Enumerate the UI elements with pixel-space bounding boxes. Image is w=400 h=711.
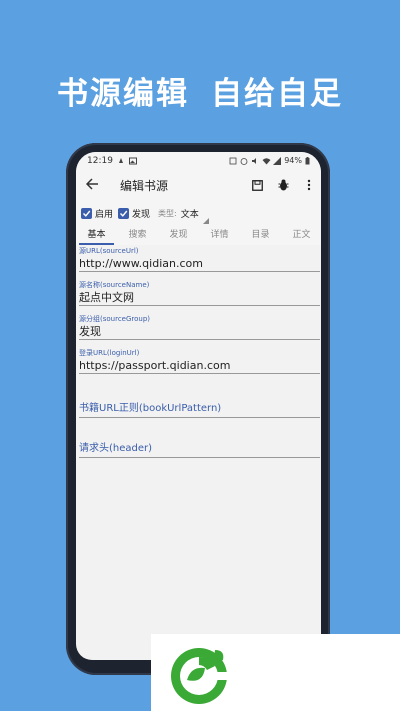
status-time: 12:19 — [87, 155, 113, 166]
header-field[interactable]: 请求头(header) — [79, 424, 320, 458]
status-bar: 12:19 94% — [76, 152, 321, 169]
options-row: 启用 发现 类型: 文本 — [76, 201, 321, 226]
back-arrow-icon[interactable] — [85, 176, 106, 194]
data-icon — [229, 157, 237, 165]
source-name-input[interactable]: 起点中文网 — [79, 290, 320, 306]
source-url-input[interactable]: http://www.qidian.com — [79, 256, 320, 272]
headline-part1: 书源编辑 — [57, 76, 189, 112]
logo-card — [151, 634, 400, 711]
enable-label: 启用 — [95, 210, 114, 220]
page-title: 编辑书源 — [120, 178, 169, 193]
save-icon[interactable] — [251, 178, 263, 192]
headline-part2: 自给自足 — [211, 76, 343, 112]
source-name-field[interactable]: 源名称(sourceName) 起点中文网 — [79, 280, 320, 306]
app-bar: 编辑书源 — [76, 169, 321, 201]
tab-bar: 基本 搜索 发现 详情 目录 正文 — [76, 226, 321, 245]
type-select[interactable]: 文本 — [180, 207, 209, 224]
mute-icon — [251, 157, 259, 165]
header-input[interactable]: 请求头(header) — [79, 440, 320, 458]
login-url-input[interactable]: https://passport.qidian.com — [79, 358, 320, 374]
discover-label: 发现 — [132, 210, 151, 220]
phone-screen: 12:19 94% 编辑书源 启用 发现 类型: 文本 基本 搜索 发现 详情 … — [76, 152, 321, 660]
alarm-icon — [240, 157, 248, 165]
tab-discover[interactable]: 发现 — [158, 226, 199, 245]
source-url-field[interactable]: 源URL(sourceUrl) http://www.qidian.com — [79, 246, 320, 272]
signal-icon — [273, 156, 282, 165]
source-group-input[interactable]: 发现 — [79, 324, 320, 340]
gallery-icon — [128, 157, 137, 165]
bug-icon[interactable] — [277, 178, 289, 192]
source-group-label: 源分组(sourceGroup) — [79, 315, 151, 323]
login-url-label: 登录URL(loginUrl) — [79, 349, 140, 357]
headline: 书源编辑 自给自足 — [0, 68, 400, 113]
app-logo-icon — [171, 648, 227, 704]
type-select-value: 文本 — [180, 210, 199, 220]
source-group-field[interactable]: 源分组(sourceGroup) 发现 — [79, 314, 320, 340]
battery-icon — [305, 156, 313, 165]
tab-search[interactable]: 搜索 — [117, 226, 158, 245]
source-url-label: 源URL(sourceUrl) — [79, 247, 139, 255]
source-name-label: 源名称(sourceName) — [79, 281, 150, 289]
more-vert-icon[interactable] — [303, 178, 315, 192]
tab-basic[interactable]: 基本 — [76, 226, 117, 245]
tab-detail[interactable]: 详情 — [199, 226, 240, 245]
form-fields: 源URL(sourceUrl) http://www.qidian.com 源名… — [76, 246, 321, 458]
book-url-pattern-field[interactable]: 书籍URL正则(bookUrlPattern) — [79, 384, 320, 418]
enable-checkbox[interactable] — [81, 208, 92, 219]
tab-content[interactable]: 正文 — [281, 226, 321, 245]
tab-toc[interactable]: 目录 — [240, 226, 281, 245]
notification-icon — [117, 157, 125, 165]
dropdown-triangle-icon — [202, 218, 209, 224]
type-label: 类型: — [158, 209, 177, 218]
book-url-pattern-input[interactable]: 书籍URL正则(bookUrlPattern) — [79, 400, 320, 418]
login-url-field[interactable]: 登录URL(loginUrl) https://passport.qidian.… — [79, 348, 320, 374]
wifi-icon — [262, 157, 271, 165]
battery-percent: 94% — [284, 156, 302, 165]
discover-checkbox[interactable] — [118, 208, 130, 219]
